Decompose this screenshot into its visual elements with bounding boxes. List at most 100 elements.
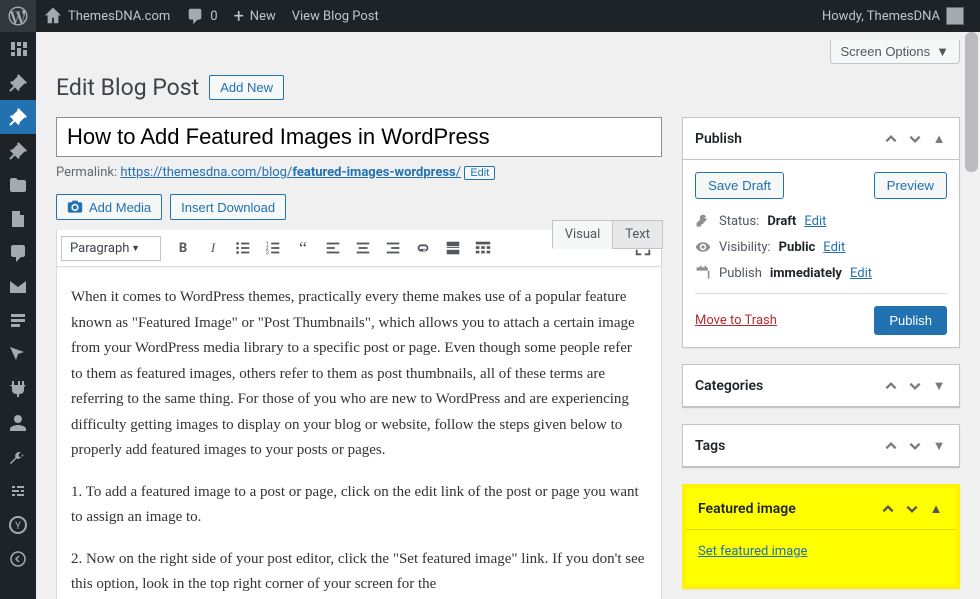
preview-button[interactable]: Preview — [874, 172, 947, 199]
menu-item-pinned[interactable] — [0, 66, 36, 100]
tags-box: Tags ▼ — [682, 424, 960, 468]
publish-button[interactable]: Publish — [874, 306, 947, 335]
bullet-list-button[interactable] — [229, 234, 257, 262]
toggle-icon[interactable]: ▼ — [931, 378, 947, 394]
status-edit-link[interactable]: Edit — [804, 214, 826, 229]
permalink-label: Permalink: — [56, 165, 117, 180]
set-featured-image-link[interactable]: Set featured image — [698, 544, 807, 559]
move-up-icon[interactable] — [880, 501, 896, 517]
calendar-icon — [695, 265, 711, 281]
menu-forms[interactable] — [0, 304, 36, 338]
tags-title: Tags — [695, 438, 725, 454]
align-center-button[interactable] — [349, 234, 377, 262]
menu-users[interactable] — [0, 406, 36, 440]
menu-tools[interactable] — [0, 440, 36, 474]
menu-plugins[interactable] — [0, 372, 36, 406]
featured-image-box: Featured image ▲ Set featured image — [682, 484, 960, 589]
new-content-menu[interactable]: + New — [226, 0, 284, 32]
permalink-link[interactable]: https://themesdna.com/blog/featured-imag… — [120, 165, 461, 180]
caret-down-icon: ▼ — [936, 44, 949, 59]
format-select[interactable]: Paragraph ▼ — [61, 236, 161, 261]
move-up-icon[interactable] — [883, 378, 899, 394]
post-paragraph: 2. Now on the right side of your post ed… — [71, 547, 647, 598]
add-media-button[interactable]: Add Media — [56, 194, 162, 220]
read-more-button[interactable] — [439, 234, 467, 262]
site-name-menu[interactable]: ThemesDNA.com — [36, 0, 178, 32]
page-title: Edit Blog Post — [56, 74, 199, 101]
home-icon — [44, 7, 62, 25]
howdy-label: Howdy, ThemesDNA — [822, 9, 940, 24]
toggle-icon[interactable]: ▼ — [931, 438, 947, 454]
comment-icon — [186, 7, 204, 25]
new-label: New — [250, 9, 276, 24]
move-to-trash-link[interactable]: Move to Trash — [695, 313, 777, 328]
menu-appearance[interactable] — [0, 338, 36, 372]
move-down-icon[interactable] — [907, 378, 923, 394]
menu-pages[interactable] — [0, 202, 36, 236]
bold-button[interactable]: B — [169, 234, 197, 262]
editor-content[interactable]: When it comes to WordPress themes, pract… — [57, 267, 661, 599]
eye-icon — [695, 239, 711, 255]
menu-settings[interactable] — [0, 474, 36, 508]
add-new-button[interactable]: Add New — [209, 75, 284, 100]
italic-button[interactable]: I — [199, 234, 227, 262]
comments-count: 0 — [210, 9, 217, 24]
schedule-edit-link[interactable]: Edit — [850, 266, 872, 281]
plus-icon: + — [234, 6, 244, 27]
tab-text[interactable]: Text — [612, 220, 663, 249]
insert-download-button[interactable]: Insert Download — [170, 194, 286, 220]
svg-text:Y: Y — [15, 521, 21, 532]
numbered-list-button[interactable]: 123 — [259, 234, 287, 262]
move-down-icon[interactable] — [904, 501, 920, 517]
save-draft-button[interactable]: Save Draft — [695, 172, 784, 199]
comments-menu[interactable]: 0 — [178, 0, 225, 32]
admin-bar: ThemesDNA.com 0 + New View Blog Post How… — [0, 0, 980, 32]
link-button[interactable] — [409, 234, 437, 262]
menu-posts[interactable] — [0, 100, 36, 134]
post-paragraph: 1. To add a featured image to a post or … — [71, 480, 647, 531]
move-down-icon[interactable] — [907, 438, 923, 454]
svg-text:3: 3 — [266, 250, 269, 256]
align-left-button[interactable] — [319, 234, 347, 262]
toolbar-toggle-button[interactable] — [469, 234, 497, 262]
move-up-icon[interactable] — [883, 131, 899, 147]
content-wrap: Screen Options ▼ Edit Blog Post Add New … — [36, 32, 980, 599]
view-link[interactable]: View Blog Post — [284, 0, 387, 32]
post-paragraph: When it comes to WordPress themes, pract… — [71, 285, 647, 464]
scrollbar[interactable] — [963, 32, 980, 599]
account-menu[interactable]: Howdy, ThemesDNA — [814, 0, 972, 32]
permalink-row: Permalink: https://themesdna.com/blog/fe… — [56, 165, 662, 180]
admin-sidebar: Y — [0, 32, 36, 599]
wordpress-icon — [8, 6, 28, 26]
quote-button[interactable]: “ — [289, 234, 317, 262]
move-down-icon[interactable] — [907, 131, 923, 147]
permalink-edit-button[interactable]: Edit — [464, 166, 495, 180]
categories-title: Categories — [695, 378, 763, 394]
post-title-input[interactable] — [56, 117, 662, 157]
publish-title: Publish — [695, 131, 742, 147]
menu-dashboard[interactable] — [0, 32, 36, 66]
toggle-icon[interactable]: ▲ — [931, 131, 947, 147]
menu-item[interactable] — [0, 134, 36, 168]
menu-collapse[interactable] — [0, 542, 36, 576]
wp-logo-menu[interactable] — [0, 0, 36, 32]
menu-seo[interactable]: Y — [0, 508, 36, 542]
key-icon — [695, 213, 711, 229]
toggle-icon[interactable]: ▲ — [928, 501, 944, 517]
editor-wrap: Visual Text Paragraph ▼ B I 123 “ — [56, 230, 662, 599]
tab-visual[interactable]: Visual — [552, 220, 614, 249]
menu-comments[interactable] — [0, 236, 36, 270]
menu-contact[interactable] — [0, 270, 36, 304]
featured-image-title: Featured image — [698, 501, 796, 517]
align-right-button[interactable] — [379, 234, 407, 262]
menu-media[interactable] — [0, 168, 36, 202]
camera-icon — [67, 199, 83, 215]
caret-down-icon: ▼ — [131, 243, 140, 254]
move-up-icon[interactable] — [883, 438, 899, 454]
scrollbar-thumb[interactable] — [965, 32, 978, 172]
site-title: ThemesDNA.com — [68, 9, 170, 24]
screen-options-button[interactable]: Screen Options ▼ — [830, 40, 960, 64]
publish-box: Publish ▲ Save Draft Preview — [682, 117, 960, 348]
visibility-edit-link[interactable]: Edit — [823, 240, 845, 255]
avatar — [946, 7, 964, 25]
